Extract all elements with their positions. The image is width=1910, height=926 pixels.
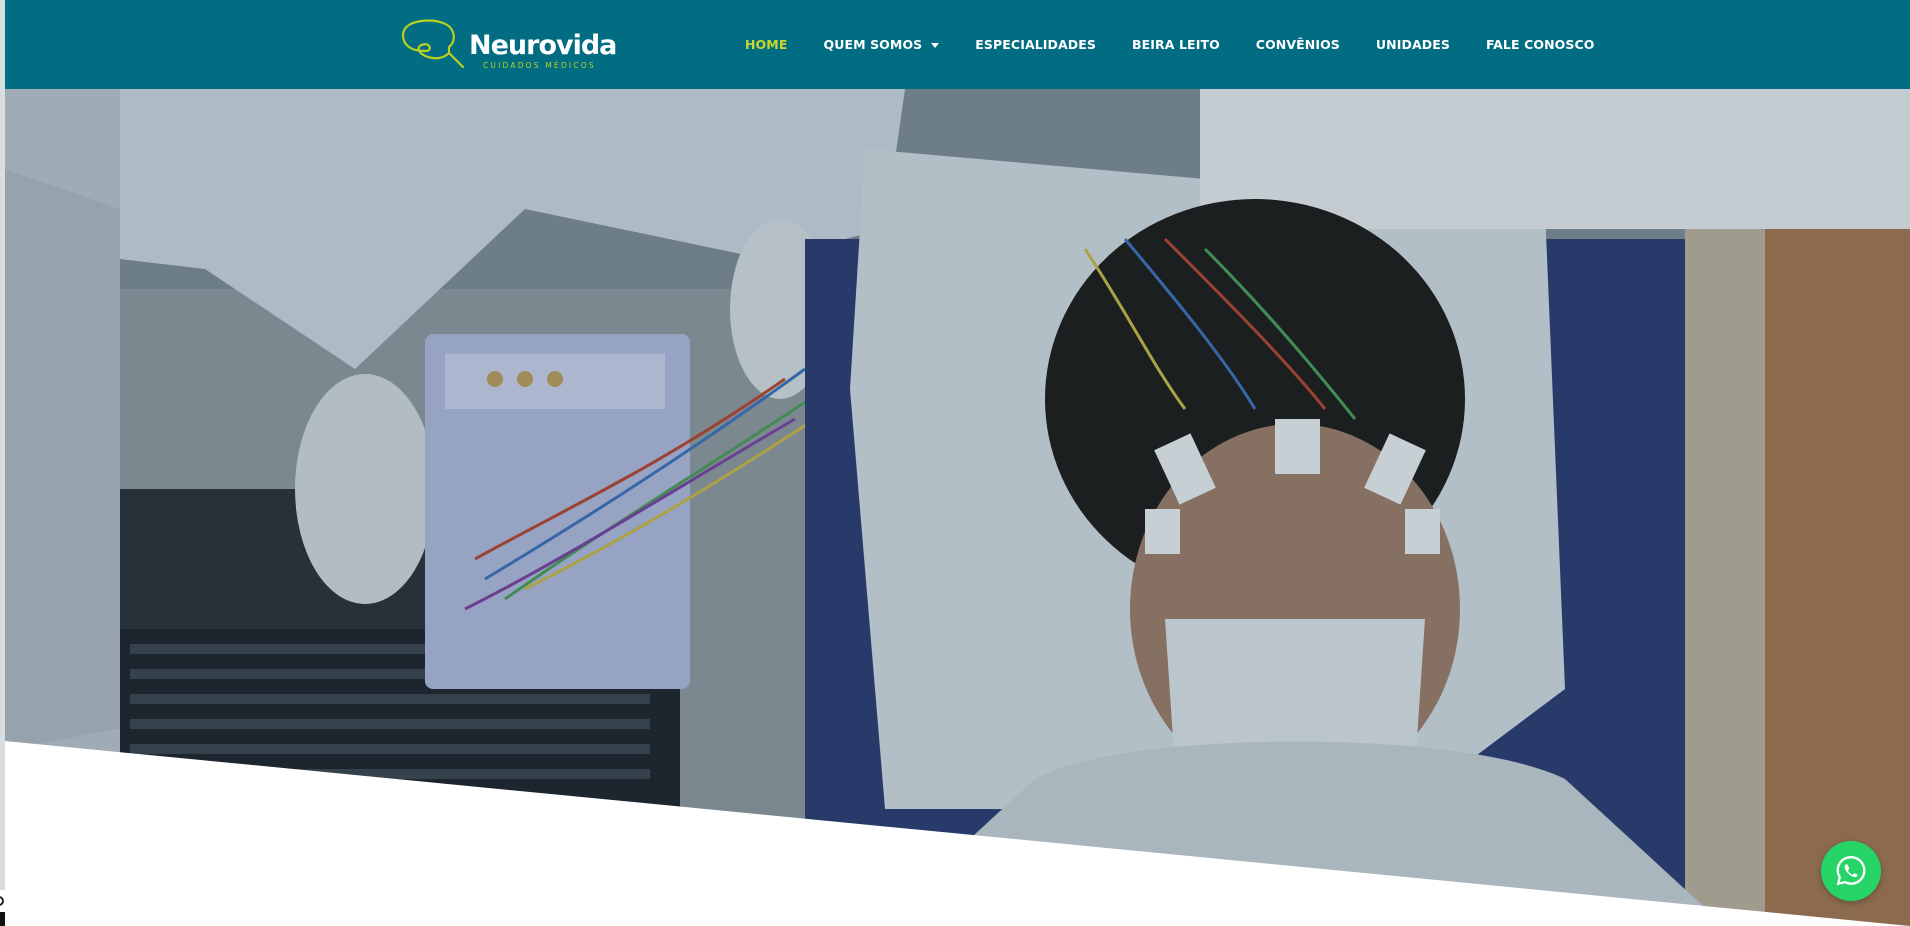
brand-tagline: CUIDADOS MÉDICOS <box>483 61 596 70</box>
nav-item-convenios[interactable]: CONVÊNIOS <box>1256 37 1340 52</box>
nav-item-beira-leito[interactable]: BEIRA LEITO <box>1132 37 1220 52</box>
whatsapp-icon <box>1836 856 1866 886</box>
nav-item-label: ESPECIALIDADES <box>975 37 1097 52</box>
corner-artifact <box>0 896 5 926</box>
hero-diagonal-divider <box>5 741 1910 926</box>
brand-name: Neurovida <box>469 30 617 61</box>
site-header: Neurovida CUIDADOS MÉDICOS HOME QUEM SOM… <box>5 0 1910 89</box>
hero-banner <box>5 89 1910 926</box>
nav-item-unidades[interactable]: UNIDADES <box>1376 37 1450 52</box>
nav-item-label: UNIDADES <box>1375 37 1450 52</box>
main-nav: HOME QUEM SOMOS ESPECIALIDADES BEIRA LEI… <box>745 0 1630 89</box>
caret-down-icon <box>931 43 940 48</box>
brand-logo[interactable]: Neurovida CUIDADOS MÉDICOS <box>399 17 617 73</box>
nav-item-home[interactable]: HOME <box>745 37 787 52</box>
nav-item-label: FALE CONOSCO <box>1485 37 1595 52</box>
nav-item-label: QUEM SOMOS <box>823 37 923 52</box>
nav-item-fale-conosco[interactable]: FALE CONOSCO <box>1486 37 1595 52</box>
nav-item-label: CONVÊNIOS <box>1255 37 1340 52</box>
nav-item-label: HOME <box>745 37 788 52</box>
nav-item-especialidades[interactable]: ESPECIALIDADES <box>975 37 1096 52</box>
nav-item-quem-somos[interactable]: QUEM SOMOS <box>823 37 940 52</box>
whatsapp-button[interactable] <box>1821 841 1881 901</box>
nav-item-label: BEIRA LEITO <box>1132 37 1220 52</box>
logo-speech-bubble-icon <box>401 19 465 69</box>
